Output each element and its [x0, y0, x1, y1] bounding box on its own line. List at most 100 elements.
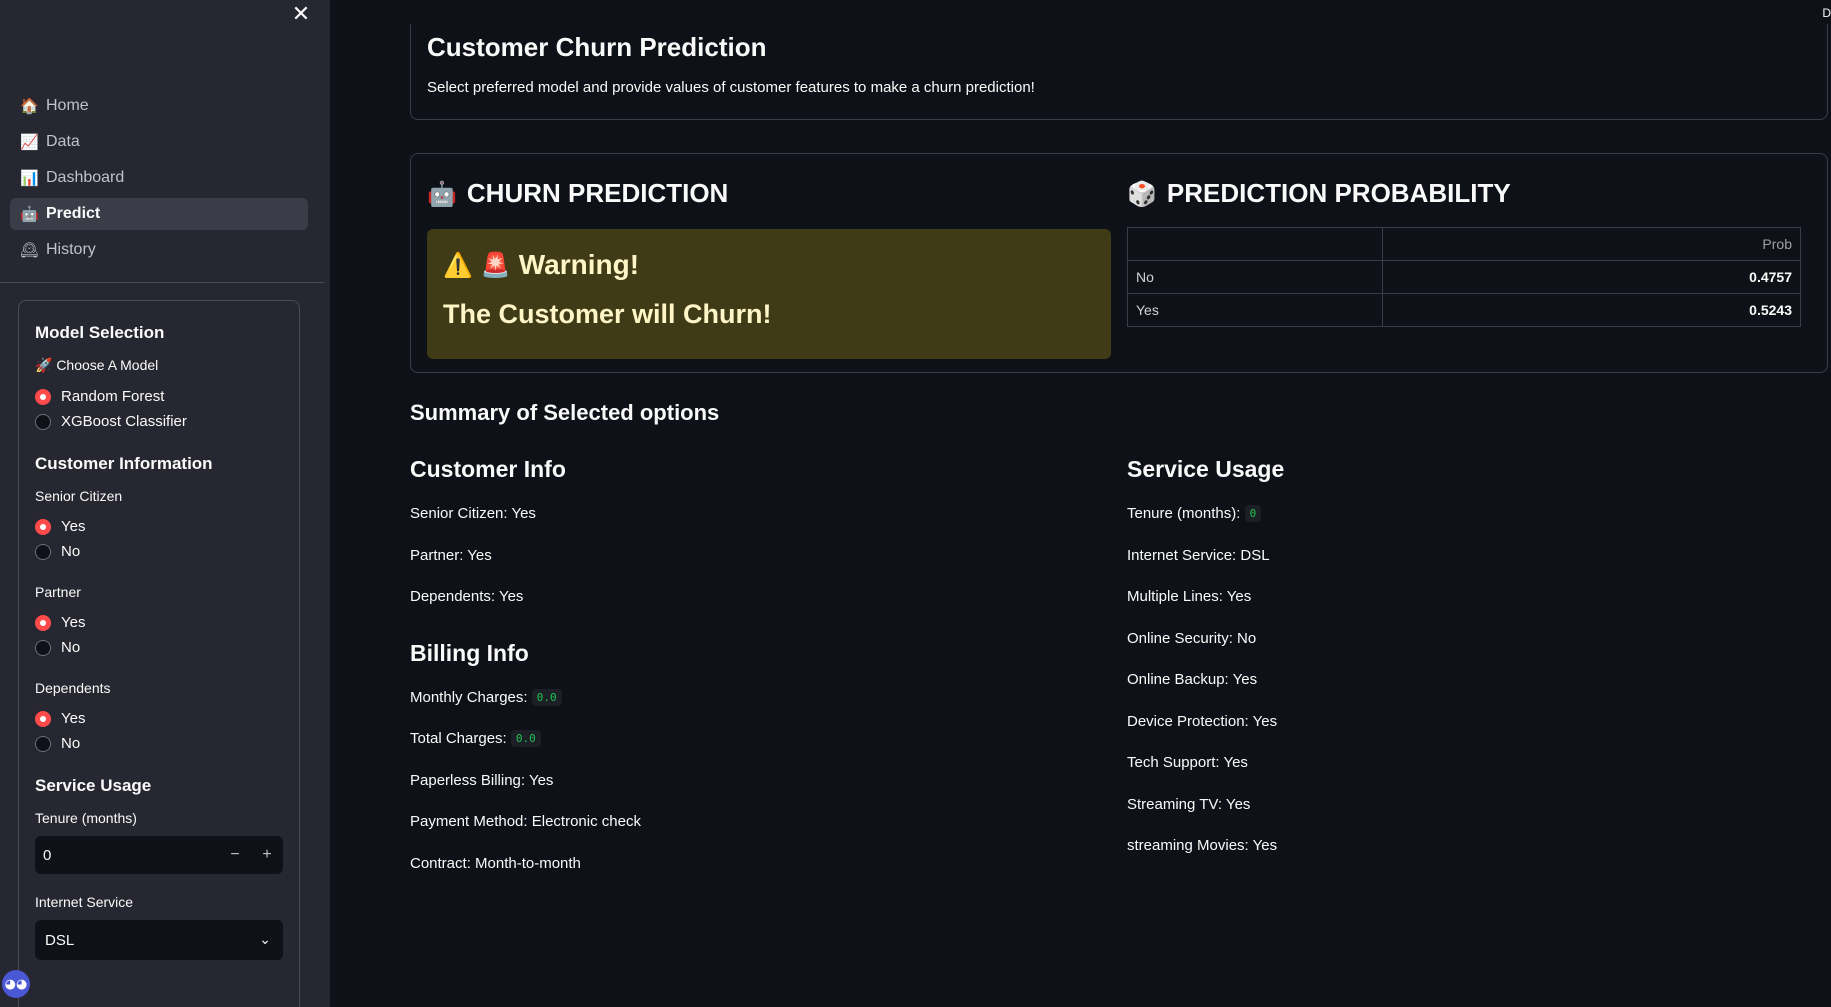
radio-label: Yes [61, 710, 86, 727]
radio-unselected[interactable] [35, 735, 51, 752]
partner-group: Partner Yes No [35, 584, 283, 660]
model-selection-heading: Model Selection [35, 323, 165, 342]
partner-no[interactable]: No [35, 635, 283, 660]
service-usage-heading: Service Usage [35, 776, 152, 795]
radio-label: Random Forest [61, 388, 165, 405]
probability-section: 🎲 PREDICTION PROBABILITY Prob No 0.4757 … [1127, 178, 1817, 327]
summary-item: Partner: Yes [410, 546, 492, 564]
sidebar-item-dashboard[interactable]: 📊 Dashboard [10, 162, 308, 194]
heading-text: CHURN PREDICTION [466, 178, 729, 208]
model-option-random-forest[interactable]: Random Forest [35, 384, 283, 409]
table-header-cell [1127, 227, 1383, 261]
sidebar-item-label: Predict [46, 205, 101, 222]
tenure-stepper[interactable]: 0 − + [35, 836, 283, 874]
header-card: Customer Churn Prediction Select preferr… [410, 24, 1828, 120]
radio-label: No [61, 543, 81, 560]
prediction-card: 🤖 CHURN PREDICTION ⚠️ 🚨 Warning! The Cus… [410, 153, 1828, 373]
assistant-bot-icon[interactable]: ◕◕ [2, 970, 30, 998]
radio-label: XGBoost Classifier [61, 413, 187, 430]
dependents-group: Dependents Yes No [35, 680, 283, 756]
clock-icon: 🕰 [20, 241, 40, 259]
dependents-label: Dependents [35, 680, 111, 696]
summary-item-total-charges: Total Charges: 0.0 [410, 730, 1070, 772]
probability-heading: 🎲 PREDICTION PROBABILITY [1127, 178, 1817, 209]
page-title: Customer Churn Prediction [427, 32, 767, 62]
partner-yes[interactable]: Yes [35, 610, 283, 635]
house-icon: 🏠 [20, 97, 39, 115]
summary-item-monthly-charges: Monthly Charges: 0.0 [410, 688, 1070, 731]
summary-item: Payment Method: Electronic check [410, 813, 641, 830]
radio-unselected[interactable] [35, 639, 51, 656]
increment-button[interactable]: + [251, 846, 283, 864]
close-sidebar-icon[interactable]: ✕ [290, 4, 312, 26]
internet-service-select[interactable]: DSL ⌄ [35, 920, 283, 960]
table-header-cell[interactable]: Prob [1382, 227, 1801, 261]
sidebar-item-predict[interactable]: 🤖 Predict [10, 198, 308, 230]
summary-label: Monthly Charges: [410, 688, 528, 706]
warning-title: ⚠️ 🚨 Warning! [443, 249, 1095, 281]
select-value: DSL [45, 931, 75, 949]
senior-citizen-no[interactable]: No [35, 539, 283, 564]
customer-info-heading: Customer Info [410, 456, 566, 482]
sidebar-item-label: Dashboard [46, 169, 125, 186]
summary-item: Streaming TV: Yes [1127, 795, 1251, 813]
summary-label: Tenure (months): [1127, 505, 1241, 522]
decrement-button[interactable]: − [219, 846, 251, 864]
sidebar-item-home[interactable]: 🏠 Home [10, 90, 308, 122]
tenure-input[interactable]: 0 [43, 847, 219, 864]
code-value: 0.0 [531, 688, 562, 706]
service-usage-summary-heading: Service Usage [1127, 456, 1285, 482]
warning-icon: ⚠️ [443, 251, 473, 279]
summary-item: Paperless Billing: Yes [410, 771, 554, 789]
summary-title: Summary of Selected options [410, 400, 720, 425]
summary-left-column: Customer Info Senior Citizen: Yes Partne… [410, 456, 1070, 896]
table-header-row: Prob [1127, 227, 1801, 261]
robot-icon: 🤖 [427, 179, 457, 208]
robot-icon: 🤖 [20, 205, 39, 223]
dependents-no[interactable]: No [35, 731, 283, 756]
model-radio-group: Random Forest XGBoost Classifier [35, 384, 283, 434]
internet-service-label: Internet Service [35, 894, 134, 910]
summary-item: Internet Service: DSL [1127, 546, 1270, 564]
radio-label: No [61, 735, 81, 752]
sidebar-item-data[interactable]: 📈 Data [10, 126, 308, 158]
customer-information-heading: Customer Information [35, 454, 213, 473]
radio-label: No [61, 639, 81, 656]
summary-item: Contract: Month-to-month [410, 854, 581, 872]
summary-item: Multiple Lines: Yes [1127, 588, 1252, 605]
churn-prediction-heading: 🤖 CHURN PREDICTION [427, 178, 1111, 209]
sidebar-divider [0, 282, 324, 283]
heading-text: PREDICTION PROBABILITY [1166, 178, 1511, 208]
table-index-cell: No [1127, 260, 1383, 294]
senior-citizen-yes[interactable]: Yes [35, 514, 283, 539]
summary-item: Dependents: Yes [410, 588, 524, 605]
summary-item: Online Backup: Yes [1127, 671, 1258, 688]
summary-item: Senior Citizen: Yes [410, 505, 536, 522]
summary-item: Online Security: No [1127, 629, 1257, 647]
table-value-cell: 0.4757 [1382, 260, 1801, 294]
tenure-label: Tenure (months) [35, 810, 137, 826]
chevron-down-icon: ⌄ [259, 932, 271, 948]
model-option-xgboost[interactable]: XGBoost Classifier [35, 409, 283, 434]
radio-selected[interactable] [35, 388, 51, 405]
summary-item: Tech Support: Yes [1127, 754, 1248, 771]
radio-selected[interactable] [35, 518, 51, 535]
internet-service-group: Internet Service DSL ⌄ [35, 894, 283, 960]
page-subtitle: Select preferred model and provide value… [427, 79, 1035, 96]
radio-label: Yes [61, 518, 86, 535]
radio-unselected[interactable] [35, 543, 51, 560]
radio-label: Yes [61, 614, 86, 631]
siren-icon: 🚨 [480, 251, 511, 279]
billing-info-heading: Billing Info [410, 639, 529, 666]
radio-selected[interactable] [35, 614, 51, 631]
sidebar-item-history[interactable]: 🕰 History [10, 234, 308, 266]
probability-table: Prob No 0.4757 Yes 0.5243 [1127, 227, 1801, 327]
radio-unselected[interactable] [35, 413, 51, 430]
sidebar-item-label: Data [46, 133, 80, 150]
main-content: D Customer Churn Prediction Select prefe… [330, 0, 1831, 1007]
summary-label: Total Charges: [410, 730, 507, 747]
dependents-yes[interactable]: Yes [35, 706, 283, 731]
summary-item-tenure: Tenure (months): 0 [1127, 505, 1787, 547]
radio-selected[interactable] [35, 710, 51, 727]
tenure-group: Tenure (months) 0 − + [35, 810, 283, 874]
